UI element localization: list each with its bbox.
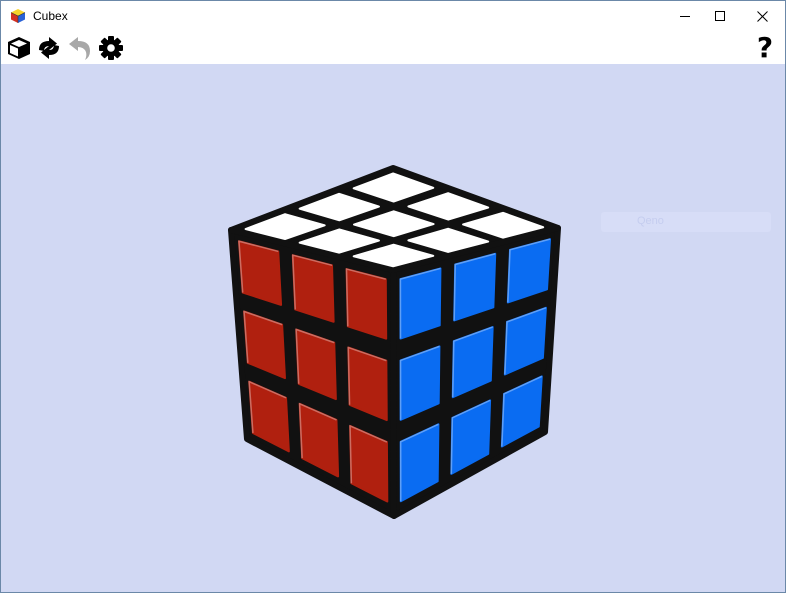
- gear-icon: [99, 36, 123, 60]
- undo-button[interactable]: [66, 34, 94, 62]
- cube-icon: [8, 37, 30, 59]
- scramble-button[interactable]: [35, 34, 63, 62]
- title-bar[interactable]: Cubex: [1, 1, 785, 31]
- undo-icon: [69, 37, 90, 60]
- close-button[interactable]: [740, 1, 785, 31]
- front-sticker[interactable]: [345, 268, 388, 340]
- app-window: Cubex ? Qeno: [0, 0, 786, 593]
- settings-button[interactable]: [97, 34, 125, 62]
- app-logo-icon: [10, 9, 26, 23]
- close-icon: [757, 10, 768, 22]
- right-sticker[interactable]: [399, 267, 442, 340]
- maximize-icon: [714, 11, 725, 21]
- window-title: Cubex: [33, 9, 68, 23]
- scramble-arrows-icon: [39, 37, 59, 59]
- front-face: [228, 227, 397, 519]
- new-cube-button[interactable]: [5, 34, 33, 62]
- cube-viewport[interactable]: Qeno: [1, 64, 785, 592]
- toolbar: ?: [1, 31, 785, 64]
- rubiks-cube[interactable]: [1, 64, 785, 592]
- maximize-button[interactable]: [697, 1, 742, 31]
- help-button[interactable]: ?: [751, 32, 779, 64]
- minimize-icon: [679, 16, 690, 17]
- right-face: [390, 225, 561, 519]
